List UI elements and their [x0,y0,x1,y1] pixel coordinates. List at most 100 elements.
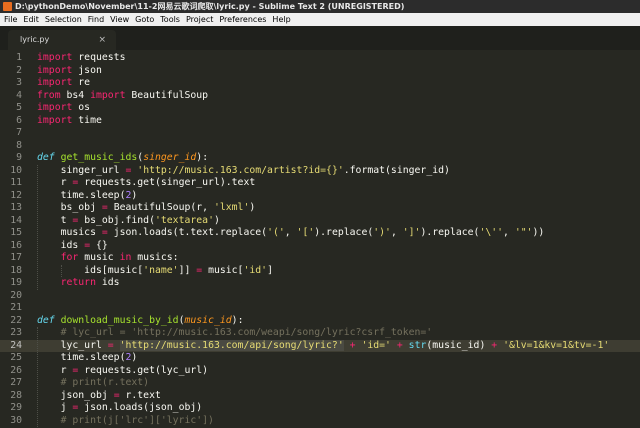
code-token: 'http://music.163.com/api/song/lyric?' [119,339,344,351]
line-number: 15 [10,227,22,238]
code-line[interactable]: 24 lyc_url = 'http://music.163.com/api/s… [0,339,640,352]
code-line[interactable]: 18 ids[music['name']] = music['id'] [0,265,640,278]
code-text: import requests [37,52,125,65]
line-number: 1 [16,52,22,63]
code-editor[interactable]: 1 import requests 2 import json 3 import re 4 f… [0,50,640,428]
code-token: in [119,252,132,263]
code-line[interactable]: 7 [0,127,640,140]
code-token: re [72,77,91,88]
code-line[interactable]: 22 def download_music_by_id(music_id): [0,315,640,328]
code-token: 'id=' [361,339,391,351]
line-number: 16 [10,239,22,251]
code-line[interactable]: 17 for music in musics: [0,252,640,265]
code-line[interactable]: 27 # print(r.text) [0,377,640,390]
code-token: ]] [178,264,197,276]
code-line[interactable]: 2 import json [0,65,640,78]
menu-goto[interactable]: Goto [132,13,157,26]
code-token: ).replace( [314,227,374,238]
code-token: return [60,277,96,288]
code-token: ids [95,277,120,288]
code-line[interactable]: 3 import re [0,77,640,90]
code-line[interactable]: 29 j = json.loads(json_obj) [0,402,640,415]
code-token: json.loads(t.text.replace( [107,227,268,238]
line-number: 11 [10,177,22,188]
code-line[interactable]: 28 json_obj = r.text [0,390,640,403]
line-number: 13 [10,202,22,213]
code-token: from [37,89,61,101]
code-line[interactable]: 8 [0,140,640,153]
code-token: json.loads(json_obj) [78,402,203,413]
menu-tools[interactable]: Tools [157,13,183,26]
menu-find[interactable]: Find [85,13,107,26]
indent-guide [37,164,38,290]
code-line[interactable]: 16 ids = {} [0,240,640,253]
code-text: singer_url = 'http://music.163.com/artis… [37,165,450,178]
line-number: 22 [10,314,22,326]
indent-guide [37,327,38,427]
code-token: musics [37,227,102,238]
code-line[interactable]: 30 # print(j['lrc']['lyric']) [0,415,640,428]
code-token: r [37,177,73,188]
code-token: '&lv=1&kv=1&tv=-1' [503,339,610,351]
code-line[interactable]: 13 bs_obj = BeautifulSoup(r, 'lxml') [0,202,640,215]
menu-edit[interactable]: Edit [20,13,42,26]
code-line[interactable]: 25 time.sleep(2) [0,352,640,365]
code-line[interactable]: 12 time.sleep(2) [0,190,640,203]
tab-lyric-py[interactable]: lyric.py × [8,30,116,50]
code-line[interactable]: 26 r = requests.get(lyc_url) [0,365,640,378]
menu-help[interactable]: Help [269,13,293,26]
code-token: # lyc_url = 'http://music.163.com/weapi/… [37,327,433,338]
line-number: 27 [10,377,22,388]
code-token: music_id [184,314,232,326]
line-number: 20 [10,289,22,301]
code-line[interactable]: 23 # lyc_url = 'http://music.163.com/wea… [0,327,640,340]
line-number: 25 [10,352,22,363]
code-line[interactable]: 21 [0,302,640,315]
code-line[interactable]: 19 return ids [0,277,640,290]
line-number: 21 [10,302,22,313]
code-line[interactable]: 14 t = bs_obj.find('textarea') [0,215,640,228]
code-text: bs_obj = BeautifulSoup(r, 'lxml') [37,202,256,215]
code-line[interactable]: 11 r = requests.get(singer_url).text [0,177,640,190]
code-line[interactable]: 20 [0,290,640,303]
code-token: t [37,214,73,226]
code-token: get_music_ids [60,152,138,163]
code-token: singer_url [37,164,126,176]
code-line[interactable]: 4 from bs4 import BeautifulSoup [0,90,640,103]
code-text: import os [37,102,90,115]
code-token: '"' [514,227,533,238]
menu-project[interactable]: Project [183,13,216,26]
code-token: 'textarea' [154,214,214,226]
menu-preferences[interactable]: Preferences [216,13,269,26]
code-token: ')' [373,227,391,238]
menu-selection[interactable]: Selection [42,13,85,26]
menu-file[interactable]: File [0,13,20,26]
code-token: music[ [202,264,244,276]
tab-label: lyric.py [20,35,50,44]
line-number: 17 [10,252,22,263]
code-token: BeautifulSoup(r, [107,202,214,213]
line-number: 2 [16,64,22,76]
code-text: from bs4 import BeautifulSoup [37,90,208,103]
window-title: D:\pythonDemo\November\11-2网易云歌词爬取\lyric… [15,2,405,11]
code-text: musics = json.loads(t.text.replace('(', … [37,227,545,240]
indent-guide [61,264,62,277]
code-line[interactable]: 1 import requests [0,52,640,65]
code-token: , [284,227,297,238]
tab-close-icon[interactable]: × [98,30,106,50]
code-token: r [37,364,73,376]
code-token: lyc_url [37,339,108,351]
code-line[interactable]: 5 import os [0,102,640,115]
code-token: json_obj [37,389,114,401]
menu-view[interactable]: View [107,13,132,26]
code-token: import [90,89,126,101]
code-line[interactable]: 15 musics = json.loads(t.text.replace('(… [0,227,640,240]
line-number: 14 [10,214,22,226]
code-line[interactable]: 10 singer_url = 'http://music.163.com/ar… [0,165,640,178]
code-token: requests.get(singer_url).text [78,177,256,188]
code-line[interactable]: 9 def get_music_ids(singer_id): [0,152,640,165]
code-token: # print(j['lrc']['lyric']) [37,414,214,426]
code-line[interactable]: 6 import time [0,115,640,128]
